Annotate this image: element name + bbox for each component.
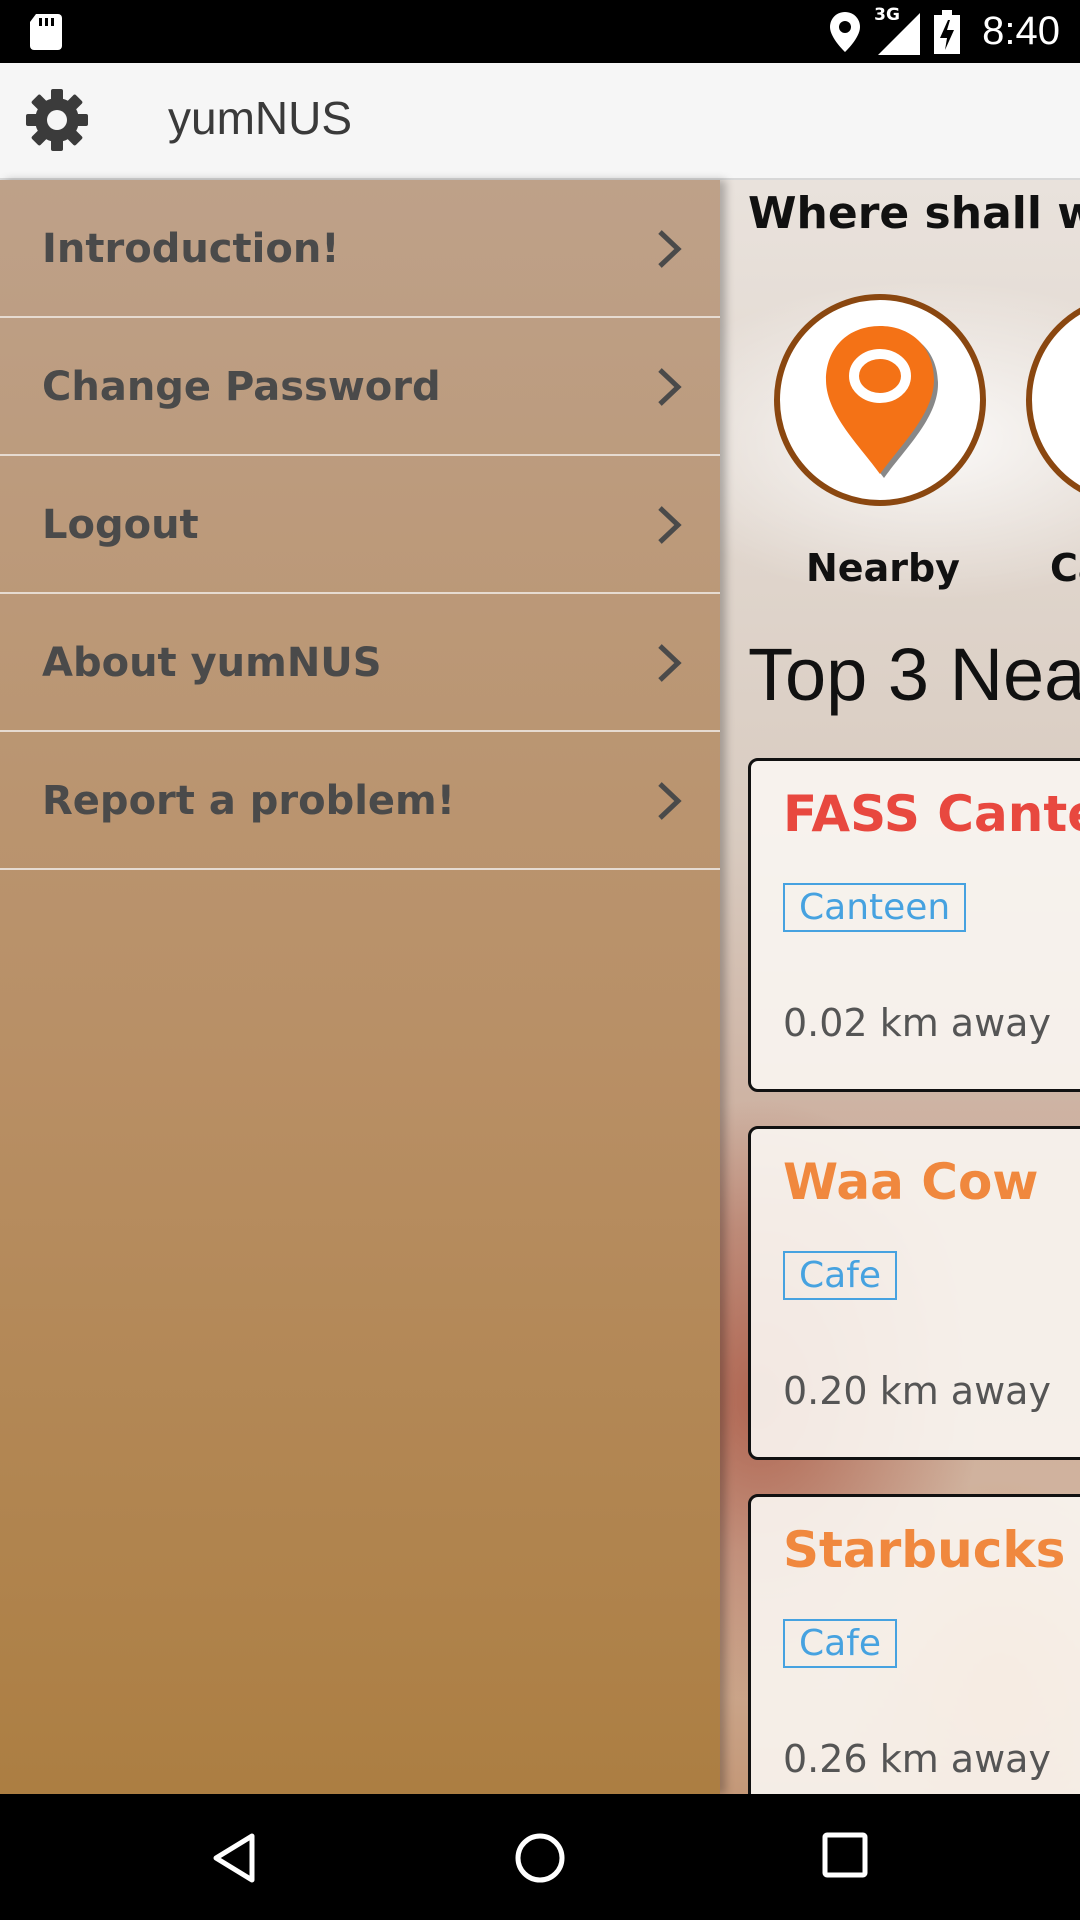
drawer-item-label: Change Password [42,364,441,410]
drawer-item-logout[interactable]: Logout [0,456,720,594]
chevron-right-icon [658,506,682,544]
chevron-right-icon [658,230,682,268]
signal-icon: 3G [874,5,921,55]
restaurant-card[interactable]: FASS Cantee Canteen 0.02 km away [748,758,1080,1092]
drawer-item-introduction[interactable]: Introduction! [0,180,720,318]
restaurant-card[interactable]: Waa Cow Cafe 0.20 km away [748,1126,1080,1460]
battery-icon [934,9,961,54]
restaurant-distance: 0.02 km away [783,1001,1051,1045]
chevron-right-icon [658,782,682,820]
navigation-drawer: Introduction! Change Password Logout Abo… [0,180,720,1794]
map-pin-icon [826,326,938,478]
recents-icon[interactable] [822,1832,868,1878]
drawer-item-report-problem[interactable]: Report a problem! [0,732,720,870]
status-time: 8:40 [982,9,1060,53]
restaurant-name: Starbucks @ [783,1521,1080,1579]
headline: Where shall w [748,188,1080,239]
restaurant-distance: 0.20 km away [783,1369,1051,1413]
home-icon[interactable] [514,1832,566,1884]
category-button[interactable] [1026,294,1080,506]
system-nav-bar [0,1794,1080,1920]
section-title: Top 3 Nea [748,633,1080,716]
drawer-item-label: Logout [42,502,199,548]
restaurant-tag: Cafe [783,1619,898,1668]
chevron-right-icon [658,644,682,682]
category-label-nearby: Nearby [806,546,960,590]
drawer-item-about[interactable]: About yumNUS [0,594,720,732]
sd-card-icon [30,14,62,50]
drawer-item-label: About yumNUS [42,640,382,686]
restaurant-name: FASS Cantee [783,785,1080,843]
drawer-item-label: Report a problem! [42,778,455,824]
restaurant-tag: Cafe [783,1251,898,1300]
back-icon[interactable] [210,1832,258,1884]
gear-icon[interactable] [24,87,90,153]
restaurant-distance: 0.26 km away [783,1737,1051,1781]
restaurant-card[interactable]: Starbucks @ Cafe 0.26 km away [748,1494,1080,1794]
category-label-second: Ca [1050,546,1080,590]
app-title: yumNUS [168,92,353,144]
restaurant-name: Waa Cow [783,1153,1039,1211]
nearby-button[interactable] [774,294,986,506]
app-bar: yumNUS [0,63,1080,180]
location-icon [830,11,861,52]
drawer-item-change-password[interactable]: Change Password [0,318,720,456]
chevron-right-icon [658,368,682,406]
status-bar: 3G 8:40 [0,0,1080,63]
drawer-item-label: Introduction! [42,226,340,272]
restaurant-tag: Canteen [783,883,967,932]
